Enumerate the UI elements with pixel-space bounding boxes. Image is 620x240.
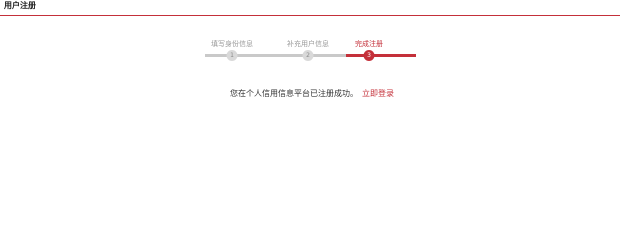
registration-progress-steps: 填写身份信息 1 补充用户信息 2 完成注册 3 bbox=[205, 40, 416, 64]
page-title: 用户注册 bbox=[4, 1, 36, 10]
step-indicator-1: 1 bbox=[226, 50, 238, 61]
page-header: 用户注册 bbox=[0, 0, 620, 16]
success-message: 您在个人信用信息平台已注册成功。 立即登录 bbox=[230, 89, 394, 99]
step-label-supplement-user-info: 补充用户信息 bbox=[287, 40, 329, 48]
step-label-fill-identity: 填写身份信息 bbox=[211, 40, 253, 48]
login-now-link[interactable]: 立即登录 bbox=[362, 89, 394, 98]
step-label-complete-registration: 完成注册 bbox=[355, 40, 383, 48]
registration-page: 用户注册 填写身份信息 1 补充用户信息 2 完成注册 3 您在个人信用信息平台… bbox=[0, 0, 620, 227]
progress-track-active bbox=[346, 54, 416, 57]
success-message-text: 您在个人信用信息平台已注册成功。 bbox=[230, 89, 358, 98]
step-indicator-3: 3 bbox=[363, 50, 375, 61]
step-indicator-2: 2 bbox=[302, 50, 314, 61]
